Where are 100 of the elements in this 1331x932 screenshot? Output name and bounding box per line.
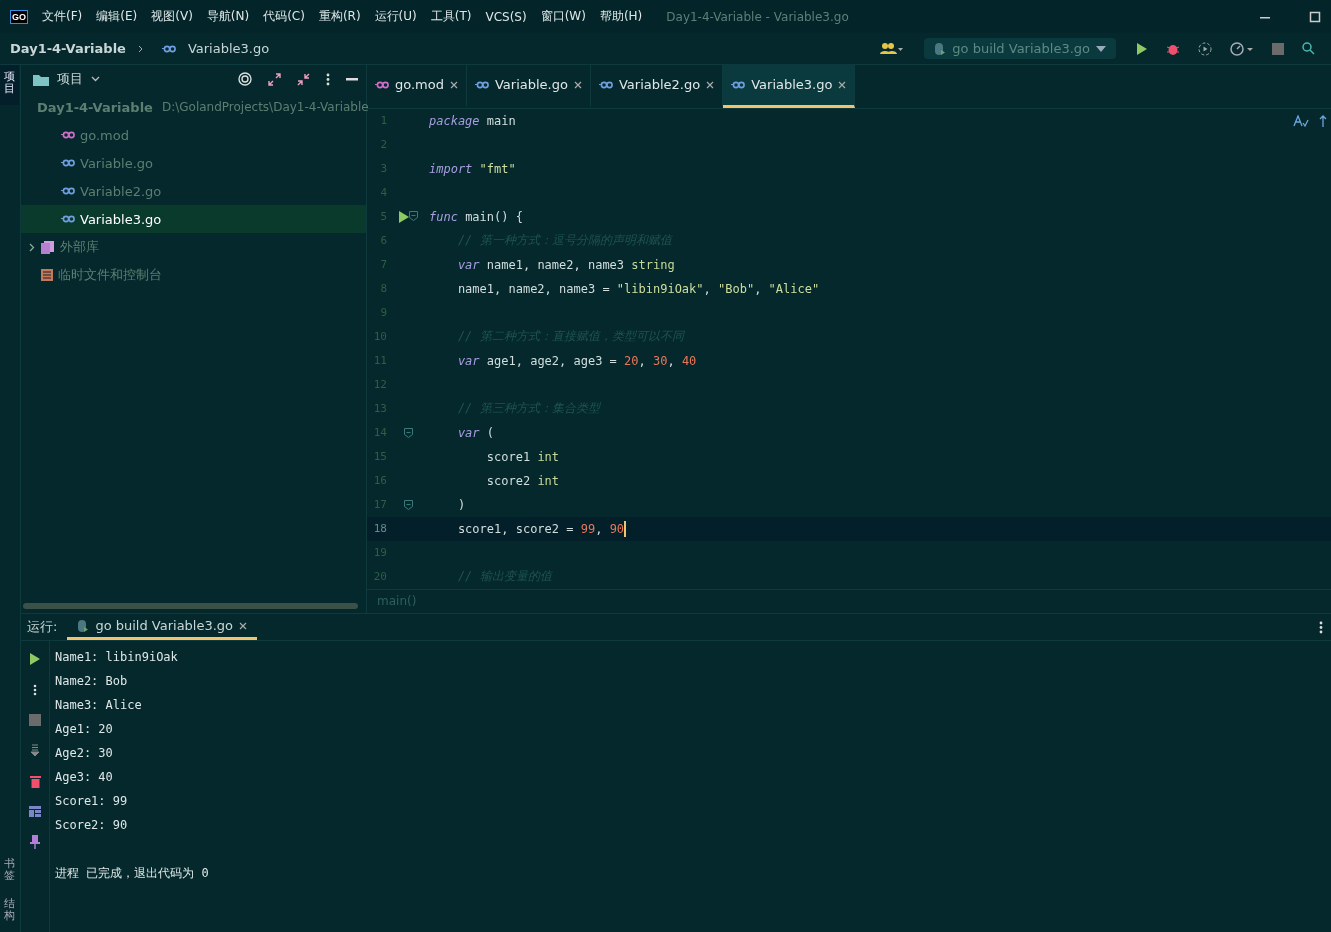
menu-item[interactable]: 帮助(H) [599,8,643,25]
console-output-line: Age1: 20 [55,722,113,736]
code-line: ) [456,497,466,512]
run-icon[interactable] [1136,41,1148,56]
file-icon [731,80,746,89]
chevron-icon [137,44,144,53]
hide-icon[interactable] [346,77,358,81]
file-icon [61,215,75,223]
exit-message: 进程 已完成，退出代码为 0 [55,864,209,882]
tree-item[interactable]: 临时文件和控制台 [21,261,366,289]
code-line: name1, name2, name3 = "libin9iOak", "Bob", "Alice" [456,281,820,296]
line-number: 18 [372,522,387,536]
file-icon [61,187,75,195]
folder-icon [33,72,49,86]
search-icon[interactable] [1302,42,1315,55]
console-output-line: Age2: 30 [55,746,113,760]
expand-icon[interactable] [268,72,281,86]
file-icon [598,80,613,89]
tool-window-tab[interactable]: 项目 [0,65,19,106]
coverage-icon[interactable] [1198,41,1212,56]
tree-item[interactable]: Day1-4-Variable D:\GolandProjects\Day1-4-Variable [21,93,366,121]
console-output-line: Name3: Alice [55,698,142,712]
tree-item[interactable]: Variable3.go [21,205,366,233]
profiler-icon[interactable] [1230,41,1254,56]
scroll-down-icon[interactable] [30,744,40,757]
console-output-line: Score2: 90 [55,818,128,832]
code-line: import "fmt" [429,161,516,176]
scrollbar[interactable] [23,603,358,609]
menu-item[interactable]: VCS(S) [485,9,527,24]
menu-item[interactable]: 代码(C) [263,8,305,25]
code-line: score1, score2 = 99, 90 [456,520,627,537]
layout-icon[interactable] [29,806,41,817]
menu-item[interactable]: 导航(N) [206,8,250,25]
menu-item[interactable]: 编辑(E) [96,8,138,25]
more-icon[interactable] [33,684,37,696]
menu-item[interactable]: 运行(U) [374,8,417,25]
more-icon[interactable] [326,72,330,86]
chevron-icon[interactable] [27,242,36,252]
menu-item[interactable]: 工具(T) [430,8,472,25]
close-icon[interactable] [239,621,248,630]
code-line: var ( [456,425,495,440]
breadcrumb-item[interactable]: Variable3.go [187,41,270,56]
breadcrumb-item[interactable]: Day1-4-Variable [10,41,126,56]
code-line: var name1, name2, name3 string [456,257,675,272]
code-line: package main [429,113,516,128]
fold-icon[interactable] [403,427,413,438]
caret-icon [1096,45,1106,52]
run-config-icon [934,41,947,56]
arrow-up-icon[interactable] [1319,114,1327,127]
console-output-line: Age3: 40 [55,770,113,784]
tree-item[interactable]: Variable.go [21,149,366,177]
trash-icon[interactable] [29,775,41,788]
code-line: var age1, age2, age3 = 20, 30, 40 [456,353,697,368]
file-link-icon [161,44,176,53]
editor-tab[interactable]: Variable3.go [723,65,856,108]
maximize-icon[interactable] [1309,10,1321,23]
rerun-icon[interactable] [29,652,41,666]
caret-icon[interactable] [91,76,100,82]
file-icon [375,80,389,89]
tree-item[interactable]: Variable2.go [21,177,366,205]
menu-item[interactable]: 文件(F) [42,8,83,25]
pin-icon[interactable] [30,835,40,849]
console-output-line: Score1: 99 [55,794,128,808]
fold-icon[interactable] [403,499,413,510]
tree-item[interactable]: go.mod [21,121,366,149]
menu-item[interactable]: 窗口(W) [540,8,586,25]
run-config-icon [77,618,90,633]
close-icon[interactable] [573,80,582,89]
console-output-line: Name2: Bob [55,674,128,688]
close-icon[interactable] [838,80,847,89]
file-icon [61,159,75,167]
users-icon[interactable] [880,41,905,56]
menu-item[interactable]: 重构(R) [318,8,361,25]
panel-title: 运行: [27,618,58,636]
tool-window-tab[interactable]: 书签 [0,851,19,892]
folder-path: D:\GolandProjects\Day1-4-Variable [161,100,369,114]
code-line: score1 int [485,449,560,464]
code-line: func main() { [429,209,523,224]
spellcheck-icon[interactable] [1293,114,1309,127]
close-icon[interactable] [450,80,458,89]
window-title: Day1-4-Variable - Variable3.go [666,9,849,24]
close-icon[interactable] [706,80,715,89]
file-icon [61,131,75,139]
target-icon[interactable] [238,72,252,86]
editor-tab[interactable]: Variable.go [467,65,591,108]
collapse-icon[interactable] [297,72,310,86]
code-line: score2 int [485,473,560,488]
library-icon [41,240,55,254]
console-output-line: Name1: libin9iOak [55,650,178,664]
file-icon [475,80,489,89]
app-logo: GO [10,9,28,24]
tree-item[interactable]: 外部库 [21,233,366,261]
editor-tab[interactable]: go.mod [367,65,467,108]
stop-icon[interactable] [1272,42,1284,55]
more-icon[interactable] [1319,620,1323,634]
panel-title[interactable]: 项目 [57,70,83,88]
run-tab[interactable]: go build Variable3.go [67,614,258,640]
menu-item[interactable]: 视图(V) [151,8,193,25]
run-icon[interactable] [398,210,409,223]
tool-window-tab[interactable]: 结构 [0,891,19,932]
